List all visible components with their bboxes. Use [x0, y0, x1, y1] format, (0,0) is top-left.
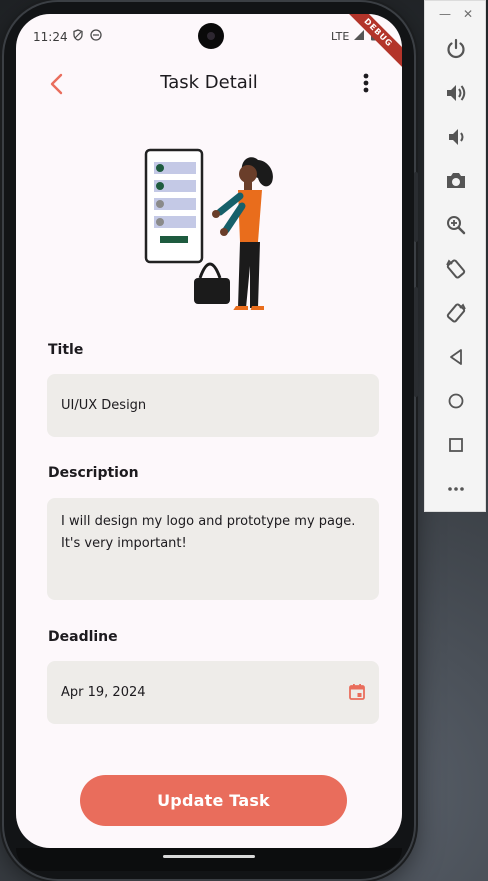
- gesture-area: [16, 848, 402, 871]
- description-field[interactable]: I will design my logo and prototype my p…: [47, 498, 379, 600]
- network-label: LTE: [331, 30, 350, 43]
- deadline-label: Deadline: [48, 629, 118, 645]
- title-label: Title: [48, 342, 84, 358]
- phone-frame: 11:24 LTE DEBUG Task Detail Title UI/UX …: [4, 2, 418, 879]
- home-indicator[interactable]: [163, 855, 255, 858]
- home-icon[interactable]: [444, 389, 468, 413]
- front-camera: [198, 23, 224, 49]
- app-bar: Task Detail: [16, 62, 402, 106]
- back-icon[interactable]: [444, 345, 468, 369]
- description-label: Description: [48, 465, 139, 481]
- minimize-icon[interactable]: —: [439, 7, 451, 21]
- page-title: Task Detail: [160, 72, 258, 93]
- shield-icon: [73, 29, 83, 41]
- more-vertical-icon[interactable]: [354, 68, 378, 98]
- update-task-button[interactable]: Update Task: [80, 775, 347, 826]
- volume-down-icon[interactable]: [444, 125, 468, 149]
- title-value: UI/UX Design: [61, 398, 147, 413]
- volume-up-icon[interactable]: [444, 81, 468, 105]
- deadline-value: Apr 19, 2024: [61, 685, 146, 700]
- camera-icon[interactable]: [444, 169, 468, 193]
- signal-icon: [354, 30, 364, 40]
- notification-icon: [90, 29, 102, 41]
- emulator-toolbar: — ✕: [424, 0, 486, 512]
- calendar-icon[interactable]: [347, 682, 367, 702]
- more-icon[interactable]: [444, 477, 468, 501]
- rotate-right-icon[interactable]: [444, 301, 468, 325]
- deadline-field[interactable]: Apr 19, 2024: [47, 661, 379, 724]
- rotate-left-icon[interactable]: [444, 257, 468, 281]
- description-value: I will design my logo and prototype my p…: [61, 514, 356, 551]
- title-field[interactable]: UI/UX Design: [47, 374, 379, 437]
- status-bar: 11:24 LTE DEBUG: [16, 14, 402, 74]
- volume-side-key: [414, 287, 418, 397]
- power-icon[interactable]: [444, 37, 468, 61]
- power-side-key: [414, 172, 418, 242]
- status-time: 11:24: [33, 30, 68, 44]
- app-screen: 11:24 LTE DEBUG Task Detail Title UI/UX …: [16, 14, 402, 848]
- task-illustration: [144, 148, 273, 310]
- overview-icon[interactable]: [444, 433, 468, 457]
- zoom-icon[interactable]: [444, 213, 468, 237]
- close-icon[interactable]: ✕: [463, 7, 473, 21]
